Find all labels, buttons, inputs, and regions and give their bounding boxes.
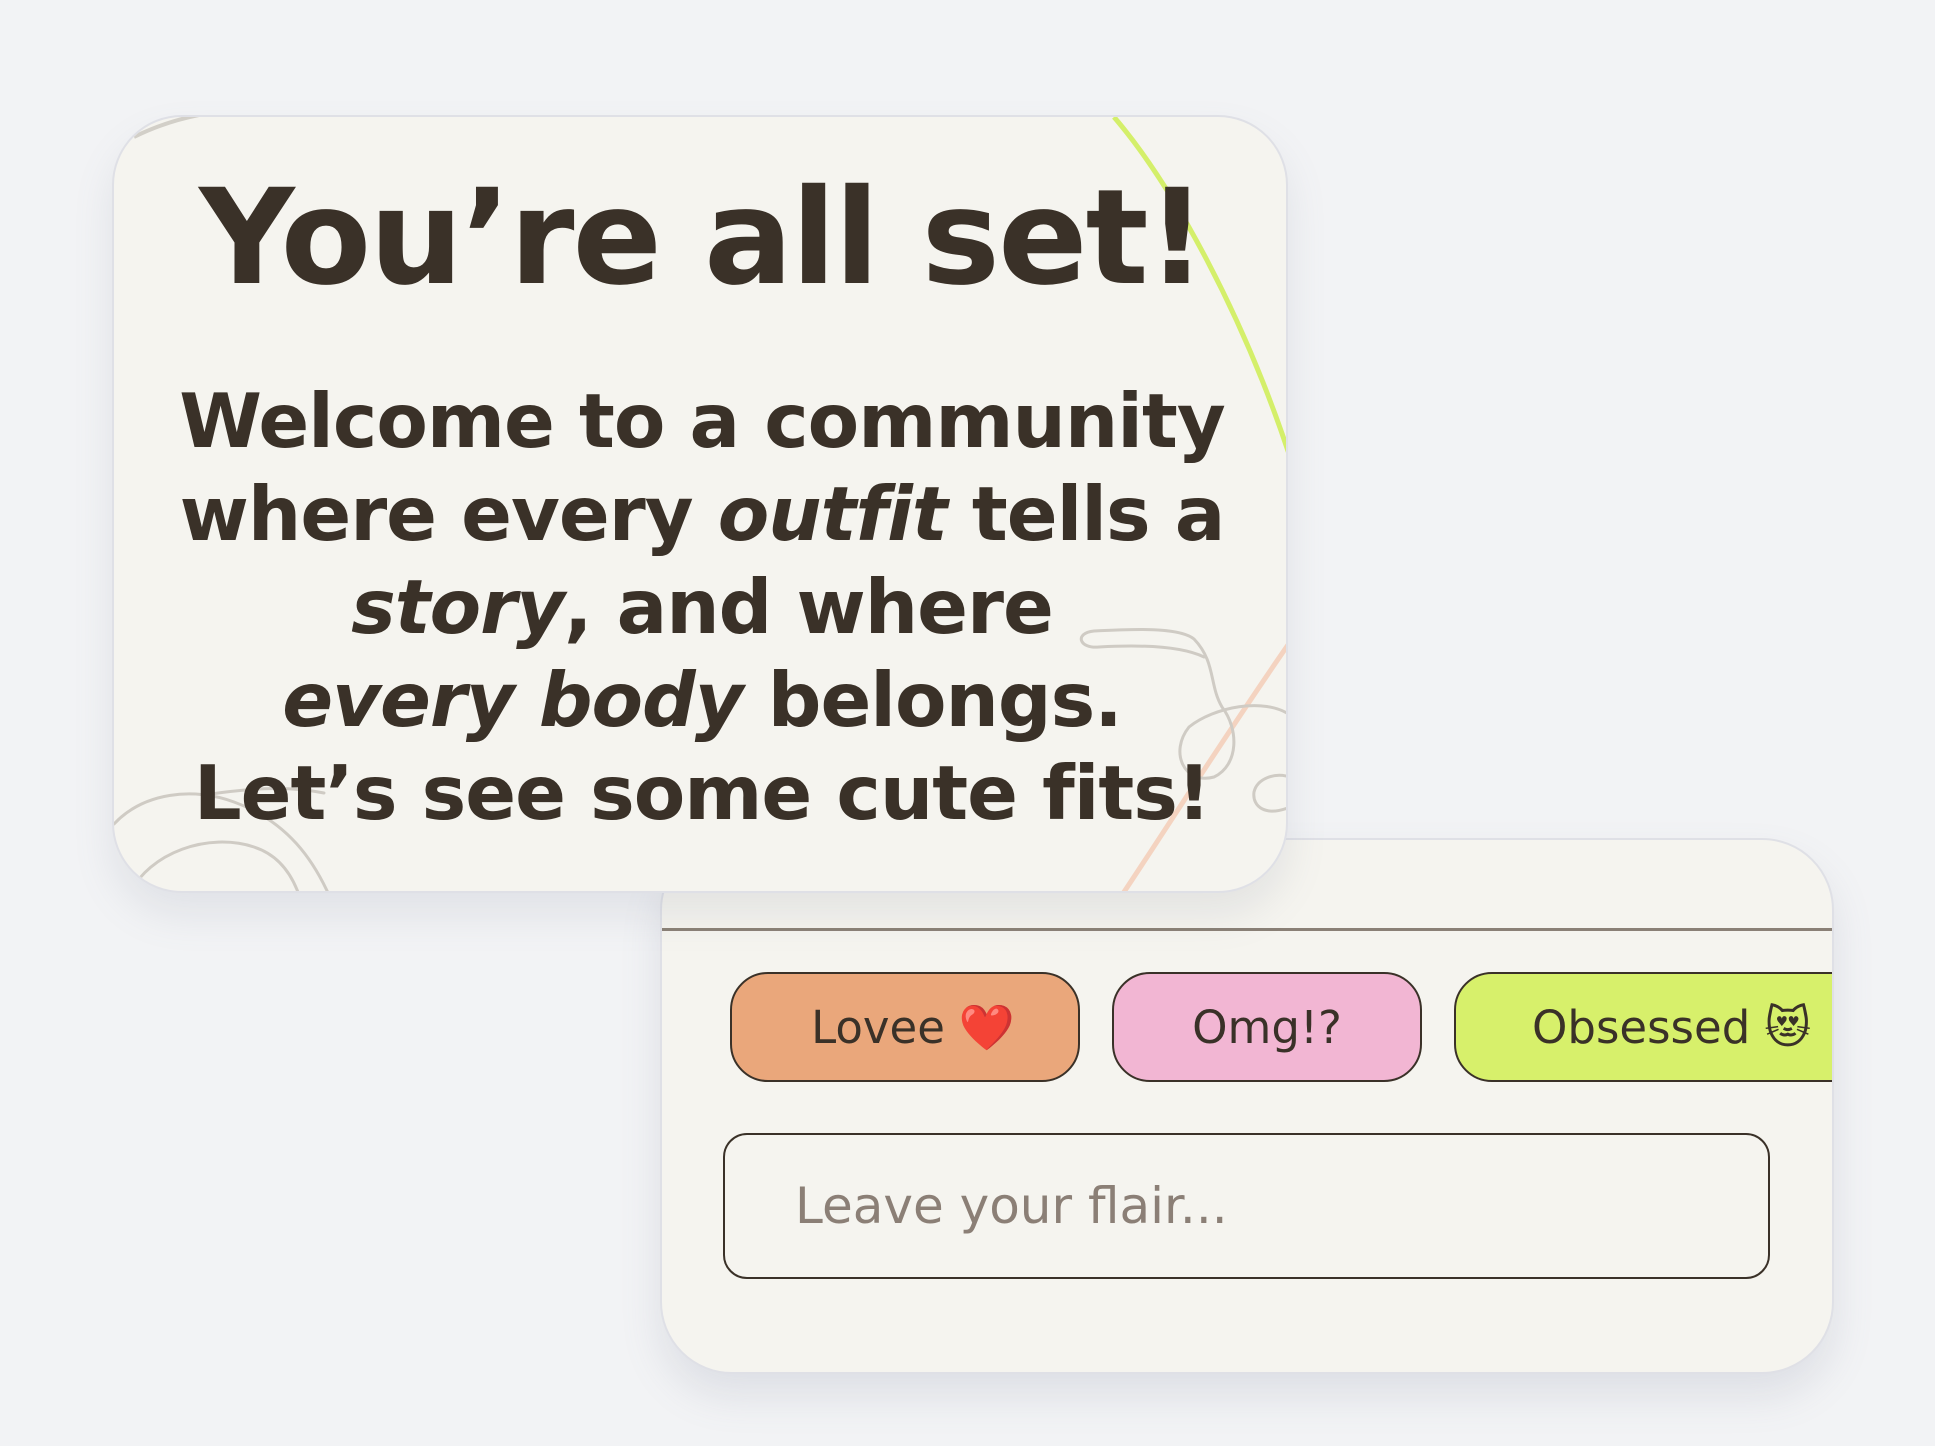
welcome-message: Welcome to a community where every outfi… <box>154 375 1250 840</box>
message-text: , and where <box>564 563 1054 651</box>
message-emphasis: every body <box>282 656 743 744</box>
reaction-label: Omg!? <box>1192 1000 1342 1054</box>
message-emphasis: story <box>351 563 565 651</box>
message-line: where every outfit tells a <box>154 468 1250 561</box>
divider <box>662 928 1832 931</box>
message-line: Welcome to a community <box>179 377 1225 465</box>
message-text: where every <box>179 470 718 558</box>
message-emphasis: outfit <box>717 470 948 558</box>
heart-icon: ❤️ <box>958 1000 1015 1054</box>
message-text: tells a <box>946 470 1225 558</box>
page-title: You’re all set! <box>199 161 1207 315</box>
reaction-obsessed-button[interactable]: Obsessed 😻 <box>1454 972 1832 1082</box>
reaction-card: Lovee ❤️ Omg!? Obsessed 😻 <box>660 838 1834 1374</box>
message-line: every body belongs. <box>154 654 1250 747</box>
welcome-card: You’re all set! Welcome to a community w… <box>112 115 1288 893</box>
reaction-label: Lovee <box>811 1000 945 1054</box>
message-line: story, and where <box>154 561 1250 654</box>
message-text: belongs. <box>742 656 1123 744</box>
heart-eyes-cat-icon: 😻 <box>1764 1000 1812 1054</box>
reaction-lovee-button[interactable]: Lovee ❤️ <box>730 972 1080 1082</box>
message-line: Let’s see some cute fits! <box>193 749 1211 837</box>
reaction-omg-button[interactable]: Omg!? <box>1112 972 1422 1082</box>
reaction-label: Obsessed <box>1532 1000 1751 1054</box>
flair-input[interactable] <box>723 1133 1770 1279</box>
